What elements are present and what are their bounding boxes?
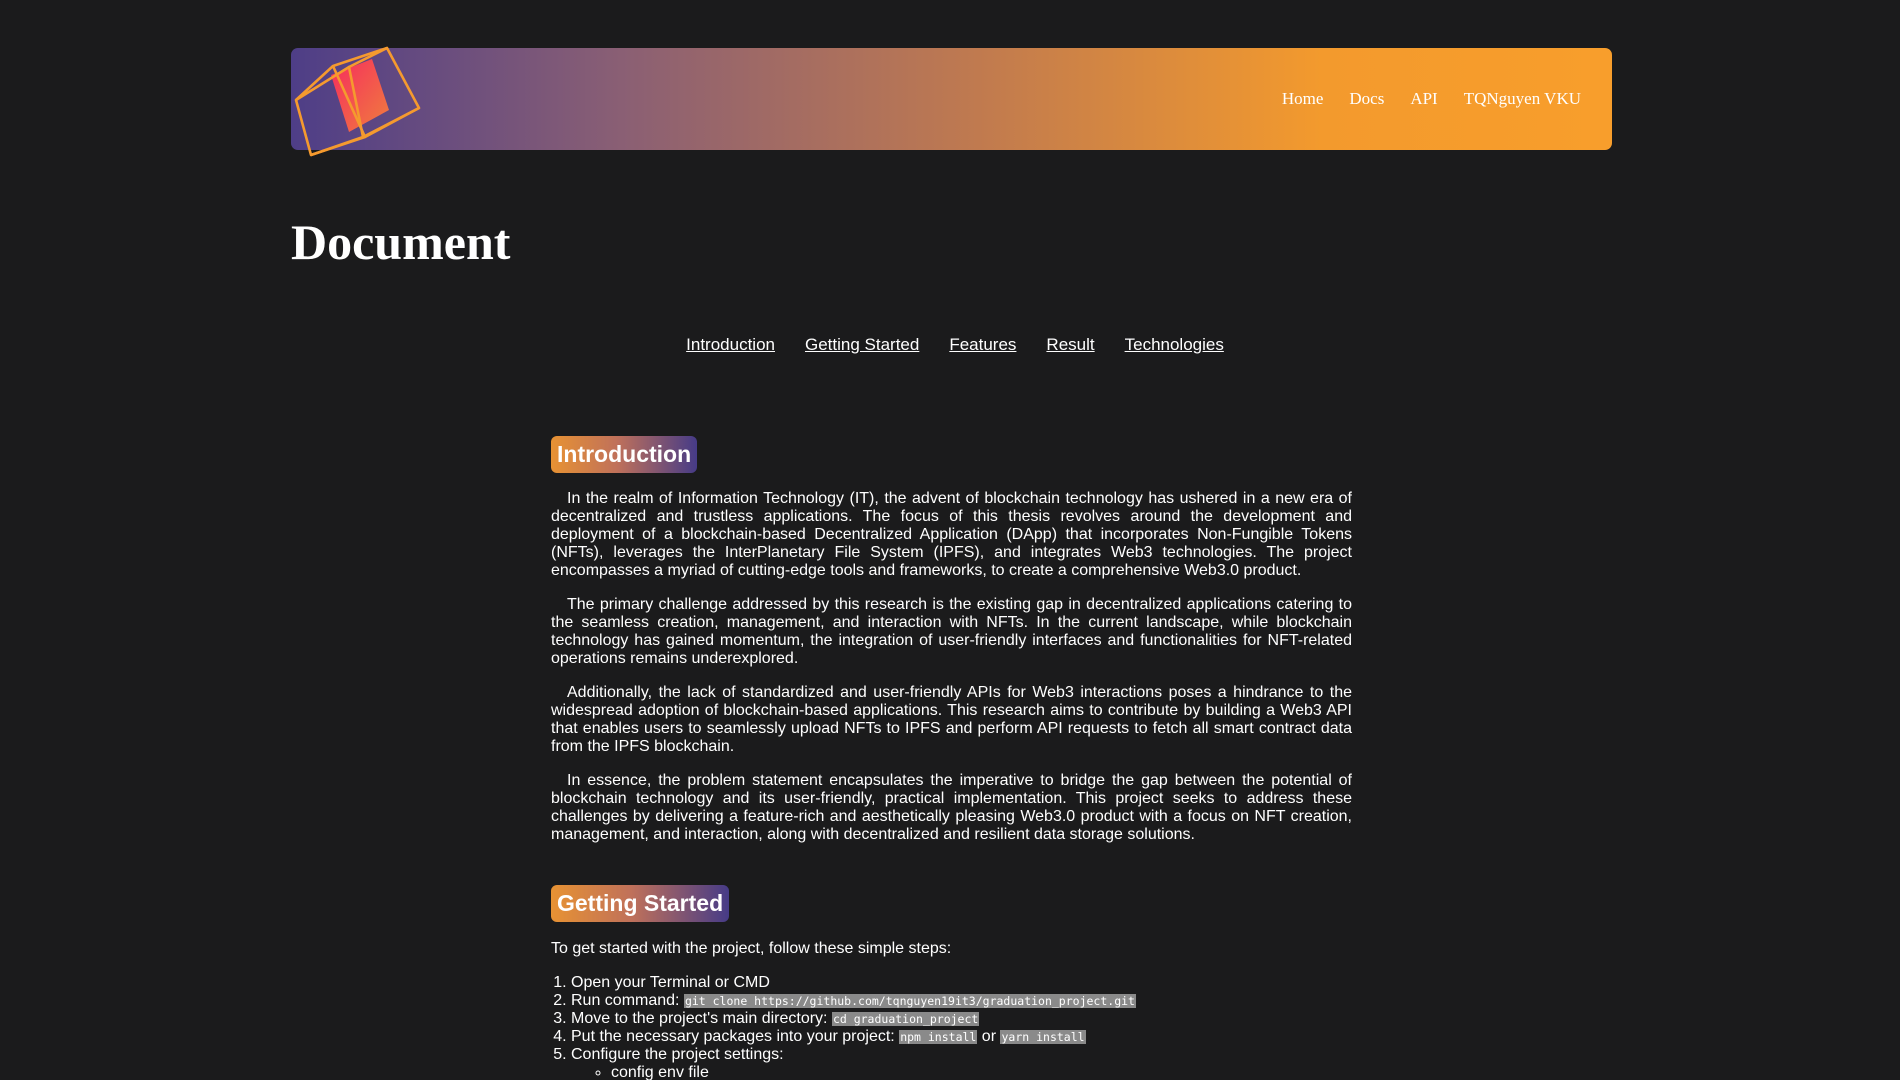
section-link-technologies[interactable]: Technologies bbox=[1125, 335, 1224, 355]
setup-step: Open your Terminal or CMD bbox=[571, 974, 1352, 992]
step-text: Move to the project's main directory: bbox=[571, 1010, 832, 1027]
npm-install-command: npm install bbox=[899, 1030, 978, 1044]
git-clone-command: git clone https://github.com/tqnguyen19i… bbox=[683, 994, 1136, 1008]
section-nav: Introduction Getting Started Features Re… bbox=[0, 335, 1900, 355]
main-content: Introduction In the realm of Information… bbox=[551, 436, 1352, 1080]
setup-step: Run command: git clone https://github.co… bbox=[571, 992, 1352, 1010]
yarn-install-command: yarn install bbox=[1000, 1030, 1086, 1044]
getting-started-intro: To get started with the project, follow … bbox=[551, 940, 952, 957]
introduction-paragraph: In the realm of Information Technology (… bbox=[551, 490, 1352, 579]
top-nav: Home Docs API TQNguyen VKU bbox=[1282, 48, 1581, 150]
section-link-introduction[interactable]: Introduction bbox=[686, 335, 775, 355]
step-text: or bbox=[977, 1028, 1001, 1045]
nav-author-link[interactable]: TQNguyen VKU bbox=[1464, 89, 1581, 109]
config-substep: config env file bbox=[611, 1064, 1352, 1080]
setup-steps-list: Open your Terminal or CMD Run command: g… bbox=[551, 974, 1352, 1080]
nav-api-link[interactable]: API bbox=[1410, 89, 1437, 109]
setup-step: Move to the project's main directory: cd… bbox=[571, 1010, 1352, 1028]
setup-step: Put the necessary packages into your pro… bbox=[571, 1028, 1352, 1046]
step-text: Configure the project settings: bbox=[571, 1046, 784, 1063]
section-link-features[interactable]: Features bbox=[949, 335, 1016, 355]
getting-started-heading: Getting Started bbox=[551, 885, 730, 922]
getting-started-section: Getting Started To get started with the … bbox=[551, 885, 1352, 1080]
introduction-paragraph: Additionally, the lack of standardized a… bbox=[551, 684, 1352, 755]
step-text: Open your Terminal or CMD bbox=[571, 974, 770, 991]
nav-docs-link[interactable]: Docs bbox=[1349, 89, 1384, 109]
step-text: Put the necessary packages into your pro… bbox=[571, 1028, 900, 1045]
setup-step: Configure the project settings: config e… bbox=[571, 1046, 1352, 1080]
cd-command: cd graduation_project bbox=[831, 1012, 980, 1026]
section-link-getting-started[interactable]: Getting Started bbox=[805, 335, 919, 355]
page-title: Document bbox=[291, 214, 511, 270]
introduction-paragraph: The primary challenge addressed by this … bbox=[551, 596, 1352, 667]
section-link-result[interactable]: Result bbox=[1046, 335, 1094, 355]
nav-home-link[interactable]: Home bbox=[1282, 89, 1324, 109]
step-text: Run command: bbox=[571, 992, 684, 1009]
introduction-paragraph: In essence, the problem statement encaps… bbox=[551, 772, 1352, 843]
config-substeps-list: config env file bbox=[571, 1064, 1352, 1080]
introduction-body: In the realm of Information Technology (… bbox=[551, 490, 1352, 844]
site-header: Home Docs API TQNguyen VKU bbox=[291, 48, 1612, 150]
cube-logo-icon[interactable] bbox=[291, 44, 431, 166]
introduction-heading: Introduction bbox=[551, 436, 698, 473]
introduction-section: Introduction In the realm of Information… bbox=[551, 436, 1352, 844]
